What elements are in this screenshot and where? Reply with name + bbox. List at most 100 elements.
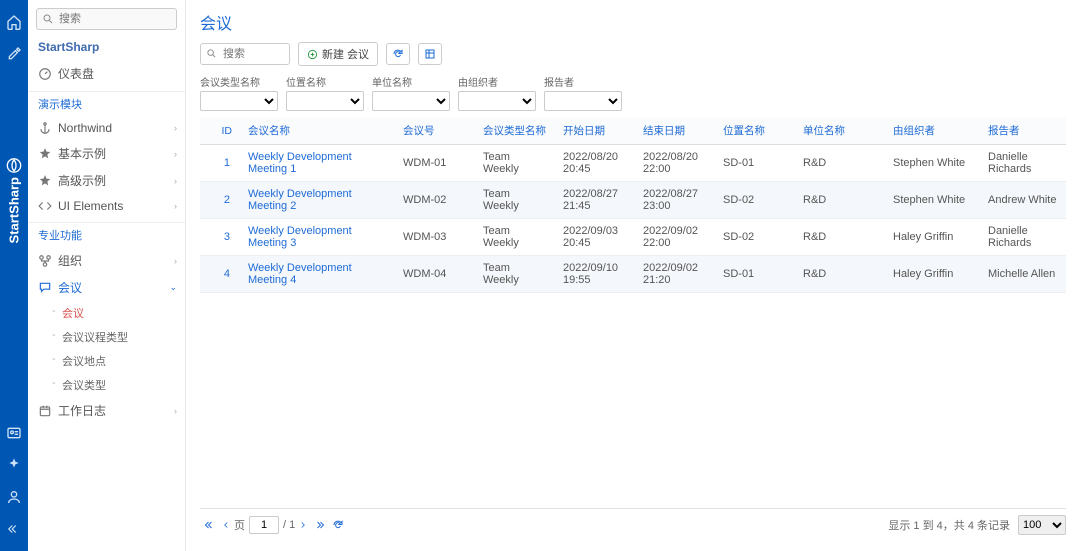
cell-num: WDM-02 <box>395 182 475 219</box>
col-end[interactable]: 结束日期 <box>635 117 715 145</box>
home-icon[interactable] <box>4 12 24 32</box>
cell-start: 2022/09/10 19:55 <box>555 256 635 293</box>
nav-org[interactable]: 组织› <box>28 247 185 274</box>
page-title: 会议 <box>200 10 1066 34</box>
id-card-icon[interactable] <box>4 423 24 443</box>
table-row[interactable]: 1 Weekly Development Meeting 1 WDM-01 Te… <box>200 145 1066 182</box>
search-icon <box>42 13 54 25</box>
sidebar-title: StartSharp <box>28 38 185 60</box>
cell-start: 2022/09/03 20:45 <box>555 219 635 256</box>
cell-name[interactable]: Weekly Development Meeting 4 <box>240 256 395 293</box>
cell-num: WDM-01 <box>395 145 475 182</box>
code-icon <box>38 199 52 213</box>
cell-name[interactable]: Weekly Development Meeting 1 <box>240 145 395 182</box>
cell-type: Team Weekly <box>475 182 555 219</box>
filter-unit: 单位名称 <box>372 74 450 111</box>
cell-unit: R&D <box>795 256 885 293</box>
next-page-button[interactable] <box>298 520 308 530</box>
col-num[interactable]: 会议号 <box>395 117 475 145</box>
cell-end: 2022/09/02 21:20 <box>635 256 715 293</box>
col-type[interactable]: 会议类型名称 <box>475 117 555 145</box>
brand-label: StartSharp <box>6 157 22 243</box>
tools-icon[interactable] <box>4 44 24 64</box>
filter-select[interactable] <box>372 91 450 111</box>
cell-name[interactable]: Weekly Development Meeting 2 <box>240 182 395 219</box>
filter-select[interactable] <box>286 91 364 111</box>
col-name[interactable]: 会议名称 <box>240 117 395 145</box>
chevron-right-icon: › <box>174 256 177 266</box>
first-page-button[interactable] <box>203 519 215 531</box>
nav-meeting[interactable]: 会议⌄ <box>28 274 185 301</box>
user-icon[interactable] <box>4 487 24 507</box>
toolbar-search <box>200 43 290 65</box>
page-label: 页 <box>234 517 245 533</box>
filter-select[interactable] <box>458 91 536 111</box>
page-input[interactable] <box>249 516 279 534</box>
columns-button[interactable] <box>418 43 442 65</box>
cell-org: Stephen White <box>885 182 980 219</box>
sparkle-icon[interactable] <box>4 455 24 475</box>
col-org[interactable]: 由组织者 <box>885 117 980 145</box>
cell-type: Team Weekly <box>475 256 555 293</box>
nav-basic[interactable]: 基本示例› <box>28 140 185 167</box>
cell-id: 2 <box>200 182 240 219</box>
nav-dashboard[interactable]: 仪表盘 <box>28 60 185 87</box>
cell-rep: Danielle Richards <box>980 145 1066 182</box>
toolbar: 新建 会议 <box>200 42 1066 66</box>
cell-start: 2022/08/20 20:45 <box>555 145 635 182</box>
chevron-right-icon: › <box>174 201 177 211</box>
filter-label: 位置名称 <box>286 74 364 89</box>
page-size-select[interactable]: 100 <box>1018 515 1066 535</box>
col-start[interactable]: 开始日期 <box>555 117 635 145</box>
col-unit[interactable]: 单位名称 <box>795 117 885 145</box>
sidebar: StartSharp 仪表盘 演示模块 Northwind› 基本示例› 高级示… <box>28 0 186 551</box>
pager-info: 显示 1 到 4，共 4 条记录 <box>888 517 1010 533</box>
last-page-button[interactable] <box>314 519 326 531</box>
cell-name[interactable]: Weekly Development Meeting 3 <box>240 219 395 256</box>
col-loc[interactable]: 位置名称 <box>715 117 795 145</box>
pager-refresh-button[interactable] <box>332 519 344 531</box>
gauge-icon <box>38 67 52 81</box>
cell-end: 2022/09/02 22:00 <box>635 219 715 256</box>
table-wrap: ID 会议名称 会议号 会议类型名称 开始日期 结束日期 位置名称 单位名称 由… <box>200 117 1066 508</box>
sidebar-search-input[interactable] <box>36 8 177 30</box>
cell-type: Team Weekly <box>475 219 555 256</box>
nav-adv[interactable]: 高级示例› <box>28 167 185 194</box>
cell-loc: SD-02 <box>715 182 795 219</box>
sub-agenda-type[interactable]: 会议议程类型 <box>28 325 185 349</box>
collapse-icon[interactable] <box>4 519 24 539</box>
filter-select[interactable] <box>544 91 622 111</box>
cell-org: Haley Griffin <box>885 256 980 293</box>
table-header-row: ID 会议名称 会议号 会议类型名称 开始日期 结束日期 位置名称 单位名称 由… <box>200 117 1066 145</box>
nav-worklog[interactable]: 工作日志 › <box>28 397 185 424</box>
filter-select[interactable] <box>200 91 278 111</box>
new-button[interactable]: 新建 会议 <box>298 42 378 66</box>
filter-organizer: 由组织者 <box>458 74 536 111</box>
nav-label: Northwind <box>58 121 112 135</box>
new-button-label: 新建 会议 <box>322 46 369 62</box>
col-rep[interactable]: 报告者 <box>980 117 1066 145</box>
sub-meeting[interactable]: 会议 <box>28 301 185 325</box>
nav-label: UI Elements <box>58 199 123 213</box>
cell-loc: SD-02 <box>715 219 795 256</box>
cell-end: 2022/08/20 22:00 <box>635 145 715 182</box>
cell-id: 4 <box>200 256 240 293</box>
sub-meeting-type[interactable]: 会议类型 <box>28 373 185 397</box>
nav-ui[interactable]: UI Elements › <box>28 194 185 218</box>
table-row[interactable]: 3 Weekly Development Meeting 3 WDM-03 Te… <box>200 219 1066 256</box>
columns-icon <box>424 48 436 60</box>
table-row[interactable]: 4 Weekly Development Meeting 4 WDM-04 Te… <box>200 256 1066 293</box>
cell-id: 1 <box>200 145 240 182</box>
page-total: / 1 <box>283 519 295 531</box>
refresh-button[interactable] <box>386 43 410 65</box>
nav-label: 工作日志 <box>58 402 106 419</box>
col-id[interactable]: ID <box>200 117 240 145</box>
table-row[interactable]: 2 Weekly Development Meeting 2 WDM-02 Te… <box>200 182 1066 219</box>
chevron-right-icon: › <box>174 406 177 416</box>
sub-location[interactable]: 会议地点 <box>28 349 185 373</box>
filter-label: 单位名称 <box>372 74 450 89</box>
prev-page-button[interactable] <box>221 520 231 530</box>
chevron-down-icon: ⌄ <box>169 282 177 293</box>
meeting-table: ID 会议名称 会议号 会议类型名称 开始日期 结束日期 位置名称 单位名称 由… <box>200 117 1066 293</box>
nav-northwind[interactable]: Northwind› <box>28 116 185 140</box>
